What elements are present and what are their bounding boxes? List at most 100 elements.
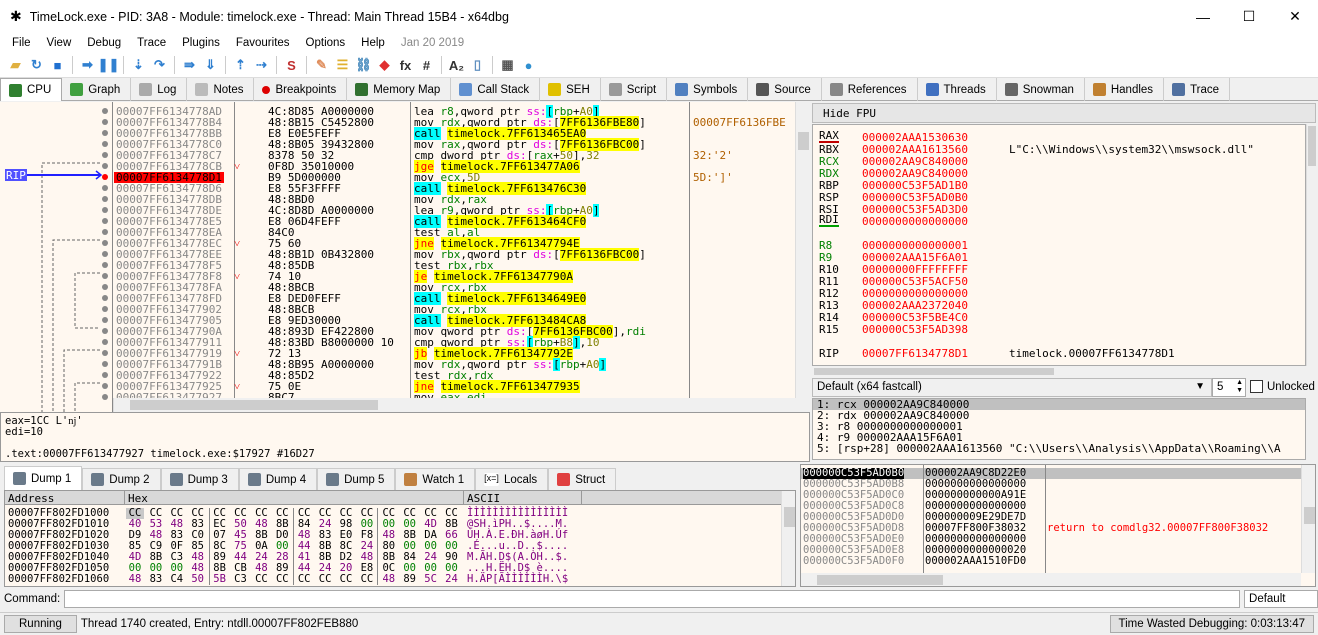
tab-symbols[interactable]: Symbols	[667, 78, 749, 101]
menu-view[interactable]: View	[39, 37, 80, 49]
calculator-icon[interactable]: ▦	[498, 56, 517, 75]
calling-convention-select[interactable]: Default (x64 fastcall) ▼	[812, 378, 1212, 397]
breakpoint-dot[interactable]	[102, 108, 108, 114]
unlocked-checkbox[interactable]: Unlocked	[1250, 380, 1315, 393]
disassembly-hscrollbar[interactable]	[113, 398, 810, 412]
column-header-hex[interactable]: Hex	[125, 491, 464, 505]
tab-seh[interactable]: SEH	[540, 78, 601, 101]
menu-favourites[interactable]: Favourites	[228, 37, 298, 49]
tab-dump-3[interactable]: Dump 3	[160, 468, 239, 490]
hide-fpu-button[interactable]: Hide FPU	[812, 103, 1316, 123]
hex-byte[interactable]: 5C	[422, 574, 440, 585]
variables-icon[interactable]: #	[417, 56, 436, 75]
breakpoint-dot[interactable]	[102, 284, 108, 290]
breakpoint-dot[interactable]	[102, 196, 108, 202]
rip-breakpoint-dot[interactable]	[102, 174, 108, 180]
hex-byte[interactable]: 50	[189, 574, 207, 585]
breakpoint-dot[interactable]	[102, 119, 108, 125]
maximize-button[interactable]: ☐	[1226, 0, 1272, 33]
breakpoint-dot[interactable]	[102, 207, 108, 213]
tab-dump-4[interactable]: Dump 4	[238, 468, 318, 490]
tab-watch-1[interactable]: Watch 1	[395, 468, 476, 490]
breakpoint-dot[interactable]	[102, 141, 108, 147]
stack-view[interactable]: 000000C53F5AD0B0 000002AA9C8D22E0 000000C5…	[800, 464, 1316, 587]
breakpoint-dot[interactable]	[102, 218, 108, 224]
breakpoint-dot[interactable]	[102, 273, 108, 279]
column-header-ascii[interactable]: ASCII	[464, 491, 582, 505]
stop-icon[interactable]: ■	[48, 56, 67, 75]
close-button[interactable]: ✕	[1272, 0, 1318, 33]
dump-row[interactable]: 00007FF802FD1060 48 83 C4 50 5B C3 CC CC CC CC CC CC…	[5, 574, 781, 585]
functions-icon[interactable]: fx	[396, 56, 415, 75]
tab-graph[interactable]: Graph	[62, 78, 132, 101]
comments-icon[interactable]: ☰	[333, 56, 352, 75]
hex-byte[interactable]: CC	[252, 574, 270, 585]
hex-byte[interactable]: CC	[316, 574, 334, 585]
device-icon[interactable]: ▯	[468, 56, 487, 75]
pause-icon[interactable]: ❚❚	[98, 56, 120, 75]
breakpoint-dot[interactable]	[102, 251, 108, 257]
hex-byte[interactable]: 48	[126, 574, 144, 585]
argument-row[interactable]: 5: [rsp+28] 000002AAA1613560 "C:\\Users\…	[813, 443, 1305, 454]
arguments-view[interactable]: 1: rcx 000002AA9C840000 2: rdx 000002AA9C…	[812, 398, 1306, 460]
patch-icon[interactable]: ✎	[312, 56, 331, 75]
tab-trace[interactable]: Trace	[1164, 78, 1231, 101]
tab-breakpoints[interactable]: Breakpoints	[254, 78, 348, 101]
labels-icon[interactable]: ⛓	[354, 56, 373, 75]
execute-till-return-icon[interactable]: ⇡	[231, 56, 250, 75]
breakpoint-dot[interactable]	[102, 295, 108, 301]
register-value[interactable]: 000000C53F5AD398	[862, 323, 968, 336]
tab-handles[interactable]: Handles	[1085, 78, 1165, 101]
breakpoint-dot[interactable]	[102, 240, 108, 246]
tab-locals[interactable]: [x=] Locals	[475, 468, 549, 490]
register-value[interactable]: 0000000000000000	[862, 215, 968, 228]
breakpoint-dot[interactable]	[102, 328, 108, 334]
tab-memory-map[interactable]: Memory Map	[347, 78, 452, 101]
menu-plugins[interactable]: Plugins	[174, 37, 228, 49]
breakpoint-dot[interactable]	[102, 383, 108, 389]
tab-snowman[interactable]: Snowman	[997, 78, 1085, 101]
hex-byte[interactable]: 83	[147, 574, 165, 585]
argument-count-spinner[interactable]: 5 ▲ ▼	[1212, 378, 1246, 397]
hex-byte[interactable]: CC	[273, 574, 291, 585]
hex-byte[interactable]: 5B	[211, 574, 229, 585]
breakpoint-dot[interactable]	[102, 306, 108, 312]
strings-icon[interactable]: A₂	[447, 56, 466, 75]
restart-icon[interactable]: ↻	[27, 56, 46, 75]
step-over-icon[interactable]: ↷	[150, 56, 169, 75]
menu-options[interactable]: Options	[298, 37, 354, 49]
breakpoint-dot[interactable]	[102, 372, 108, 378]
stack-hscrollbar[interactable]	[801, 573, 1301, 586]
tab-struct[interactable]: Struct	[548, 468, 617, 490]
registers-scrollbar[interactable]	[1306, 124, 1316, 366]
tab-script[interactable]: Script	[601, 78, 668, 101]
step-into-icon[interactable]: ⇣	[129, 56, 148, 75]
registers-hscrollbar[interactable]	[812, 366, 1306, 377]
breakpoint-dot[interactable]	[102, 163, 108, 169]
breakpoint-dot[interactable]	[102, 262, 108, 268]
registers-view[interactable]: RAX 000002AAA1530630 RBX 000002AAA1613560 L"…	[812, 124, 1306, 366]
tab-dump-2[interactable]: Dump 2	[82, 468, 161, 490]
hex-byte[interactable]: 89	[401, 574, 419, 585]
command-input[interactable]	[64, 590, 1241, 608]
register-value[interactable]: 00007FF6134778D1	[862, 347, 968, 360]
tab-log[interactable]: Log	[131, 78, 188, 101]
stack-row[interactable]: 000000C53F5AD0F0 000002AAA1510FD0	[801, 556, 1301, 567]
open-icon[interactable]: ▰	[6, 56, 25, 75]
breakpoint-dot[interactable]	[102, 229, 108, 235]
tab-dump-1[interactable]: Dump 1	[4, 466, 83, 490]
menu-file[interactable]: File	[4, 37, 39, 49]
breakpoint-dot[interactable]	[102, 350, 108, 356]
breakpoint-dot[interactable]	[102, 339, 108, 345]
tab-dump-5[interactable]: Dump 5	[317, 468, 396, 490]
menu-debug[interactable]: Debug	[79, 37, 129, 49]
hex-byte[interactable]: 24	[443, 574, 461, 585]
trace-over-icon[interactable]: ⇓	[201, 56, 220, 75]
breakpoint-dot[interactable]	[102, 185, 108, 191]
dump-scrollbar[interactable]	[781, 491, 795, 586]
disassembly-view[interactable]: 00007FF6134778AD 4C:8D85 A0000000 lea r8,q…	[113, 102, 810, 398]
breakpoint-dot[interactable]	[102, 152, 108, 158]
run-icon[interactable]: ➡	[78, 56, 97, 75]
hex-byte[interactable]: 48	[380, 574, 398, 585]
tab-threads[interactable]: Threads	[918, 78, 997, 101]
